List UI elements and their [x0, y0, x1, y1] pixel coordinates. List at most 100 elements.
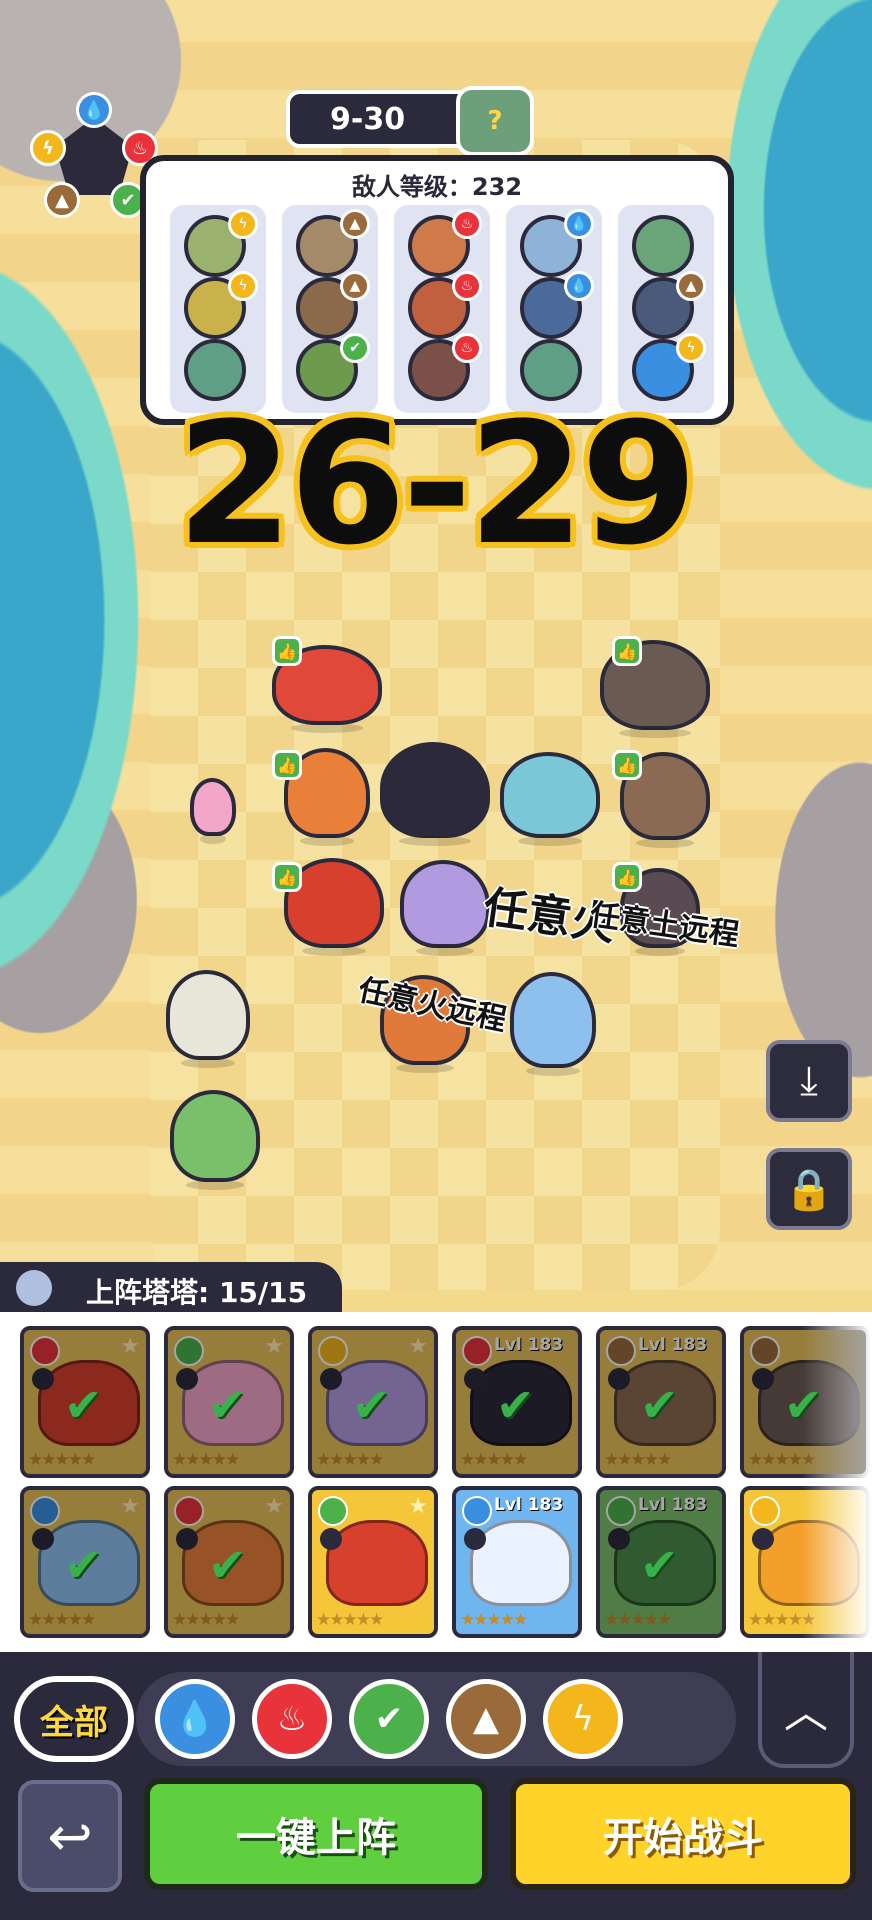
tower-roster[interactable]: ★ ✔ ★★★★★ ★ ✔ ★★★★★ ★ ✔ ★★★★★ Lvl 183 ✔ ★★★★★ Lv… [0, 1312, 872, 1652]
filter-all-label: 全部 [40, 1702, 108, 1743]
deployed-check-icon: ✔ [208, 1538, 247, 1592]
auto-deploy-label: 一键上阵 [236, 1815, 396, 1861]
collapse-roster-button[interactable]: ︿ [758, 1652, 854, 1768]
star-rating: ★★★★★ [460, 1450, 528, 1470]
tower-unit[interactable] [510, 972, 596, 1076]
favorite-icon: ★ [264, 1494, 284, 1519]
tower-card[interactable]: ★ ✔ ★★★★★ [20, 1326, 150, 1478]
tower-card[interactable]: ★ ✔ ★★★★★ [164, 1486, 294, 1638]
tower-unit[interactable] [400, 860, 490, 956]
back-button[interactable]: ↩ [18, 1780, 122, 1892]
favorite-icon: ★ [120, 1334, 140, 1359]
tower-card[interactable]: ★ ✔ ★★★★★ [164, 1326, 294, 1478]
thunder-icon: ϟ [30, 130, 66, 166]
thumbs-up-icon: 👍 [612, 750, 642, 780]
tower-card[interactable]: ★ ★★★★★ [308, 1486, 438, 1638]
filter-fire-button[interactable]: ♨ [252, 1679, 332, 1759]
thumbs-up-icon: 👍 [272, 636, 302, 666]
fire-icon [462, 1336, 492, 1366]
tower-unit[interactable] [170, 1090, 260, 1190]
grass-icon: ✔ [374, 1699, 404, 1739]
filter-bar: 全部 💧 ♨ ✔ ▲ ϟ ︿ ↩ 一键上阵 开始战斗 [0, 1652, 872, 1920]
level-label: Lvl 183 [494, 1495, 564, 1515]
star-rating: ★★★★★ [28, 1610, 96, 1630]
favorite-icon: ★ [120, 1494, 140, 1519]
fire-icon [174, 1496, 204, 1526]
deployed-check-icon: ✔ [496, 1378, 535, 1432]
boss-icon[interactable]: ? [456, 86, 534, 156]
ranged-role-icon [320, 1528, 342, 1550]
deployed-check-icon: ✔ [64, 1378, 103, 1432]
thunder-icon [750, 1496, 780, 1526]
fire-icon: ♨ [452, 271, 482, 301]
start-battle-label: 开始战斗 [603, 1815, 763, 1861]
thunder-icon [318, 1336, 348, 1366]
thunder-icon: ϟ [676, 333, 706, 363]
tower-unit[interactable] [380, 742, 490, 846]
back-arrow-icon: ↩ [47, 1804, 93, 1868]
filter-water-button[interactable]: 💧 [155, 1679, 235, 1759]
support-role-icon [320, 1368, 342, 1390]
stage-label: 9-30 [330, 102, 406, 137]
tower-unit[interactable] [166, 970, 250, 1068]
enemy-level-title: 敌人等级：232 [351, 173, 523, 201]
thumbs-up-icon: 👍 [612, 636, 642, 666]
auto-deploy-button[interactable]: 一键上阵 [144, 1778, 488, 1890]
filter-all-button[interactable]: 全部 [14, 1676, 134, 1762]
tower-card[interactable]: Lvl 183 ✔ ★★★★★ [596, 1486, 726, 1638]
lock-button[interactable]: 🔒 [766, 1148, 852, 1230]
cat-icon [16, 1270, 52, 1306]
thunder-icon: ϟ [571, 1699, 595, 1739]
star-rating: ★★★★★ [28, 1450, 96, 1470]
deployed-check-icon: ✔ [640, 1378, 679, 1432]
star-rating: ★★★★★ [604, 1450, 672, 1470]
battle-map: 💧 ♨ ✔ ▲ ϟ 9-30 ? 敌人等级：232 ϟ ϟ ▲ ▲ ✔ ♨ ♨ … [0, 0, 872, 1290]
filter-thunder-button[interactable]: ϟ [543, 1679, 623, 1759]
enemy-column: 💧 💧 [506, 205, 602, 413]
water-icon: 💧 [76, 92, 112, 128]
deployed-check-icon: ✔ [208, 1378, 247, 1432]
element-wheel[interactable]: 💧 ♨ ✔ ▲ ϟ [30, 92, 158, 222]
water-icon [462, 1496, 492, 1526]
star-rating: ★★★★★ [460, 1610, 528, 1630]
earth-icon: ▲ [44, 182, 80, 218]
tower-card[interactable]: Lvl 183 ★★★★★ [452, 1486, 582, 1638]
boss-question-mark: ? [487, 106, 503, 136]
enemy-lineup-panel: 敌人等级：232 ϟ ϟ ▲ ▲ ✔ ♨ ♨ ♨ 💧 💧 ▲ ϟ [140, 155, 734, 425]
level-label: Lvl 183 [638, 1335, 708, 1355]
favorite-icon: ★ [408, 1334, 428, 1359]
lock-icon: 🔒 [784, 1166, 834, 1213]
thunder-icon: ϟ [228, 271, 258, 301]
tower-unit[interactable] [500, 752, 600, 846]
water-icon: 💧 [564, 209, 594, 239]
download-icon: ⤓ [800, 1058, 818, 1104]
earth-icon [750, 1336, 780, 1366]
stage-indicator: 9-30 ? [286, 86, 534, 156]
tower-card[interactable]: ✔ ★★★★★ [740, 1326, 870, 1478]
fire-icon [30, 1336, 60, 1366]
tower-card[interactable]: Lvl 183 ✔ ★★★★★ [452, 1326, 582, 1478]
tower-card[interactable]: Lvl 183 ✔ ★★★★★ [596, 1326, 726, 1478]
melee-role-icon [32, 1528, 54, 1550]
filter-grass-button[interactable]: ✔ [349, 1679, 429, 1759]
tower-card[interactable]: ★ ✔ ★★★★★ [308, 1326, 438, 1478]
thunder-icon: ϟ [228, 209, 258, 239]
enemy-avatar [632, 215, 694, 277]
deployed-check-icon: ✔ [784, 1378, 823, 1432]
download-formation-button[interactable]: ⤓ [766, 1040, 852, 1122]
earth-icon: ▲ [340, 209, 370, 239]
filter-earth-button[interactable]: ▲ [446, 1679, 526, 1759]
earth-icon: ▲ [472, 1699, 500, 1739]
enemy-column: ϟ ϟ [170, 205, 266, 413]
ranged-role-icon [464, 1368, 486, 1390]
start-battle-button[interactable]: 开始战斗 [510, 1778, 856, 1890]
grass-icon [606, 1496, 636, 1526]
deployed-check-icon: ✔ [640, 1538, 679, 1592]
tower-card[interactable]: ★ ✔ ★★★★★ [20, 1486, 150, 1638]
tower-unit[interactable] [190, 778, 236, 844]
stage-range-overlay: 26-29 [176, 386, 697, 582]
thumbs-up-icon: 👍 [272, 750, 302, 780]
water-icon: 💧 [564, 271, 594, 301]
enemy-column: ▲ ϟ [618, 205, 714, 413]
star-rating: ★★★★★ [604, 1610, 672, 1630]
